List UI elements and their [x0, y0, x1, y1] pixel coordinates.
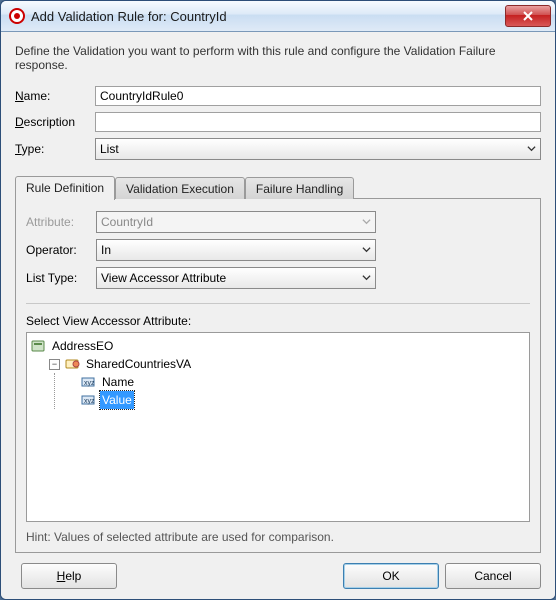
type-label: Type:	[15, 142, 95, 156]
list-type-select[interactable]: View Accessor Attribute	[96, 267, 376, 289]
intro-text: Define the Validation you want to perfor…	[15, 44, 541, 72]
expander-icon[interactable]: −	[49, 359, 60, 370]
tree-node-child[interactable]: − SharedCountriesVA	[49, 355, 527, 409]
row-attribute: Attribute: CountryId	[26, 211, 530, 233]
description-input[interactable]	[95, 112, 541, 132]
row-description: Description	[15, 112, 541, 132]
view-accessor-icon	[65, 357, 81, 371]
tree-box[interactable]: AddressEO −	[26, 332, 530, 522]
tabstrip: Rule Definition Validation Execution Fai…	[15, 176, 541, 198]
ok-button[interactable]: OK	[343, 563, 439, 589]
dialog-window: Add Validation Rule for: CountryId Defin…	[0, 0, 556, 600]
operator-select-value: In	[101, 243, 371, 257]
attribute-icon: xyz	[81, 375, 97, 389]
tree-label-selected: Value	[100, 391, 134, 409]
app-icon	[9, 8, 25, 24]
tree-label: AddressEO	[50, 337, 115, 355]
chevron-down-icon	[362, 243, 371, 257]
titlebar: Add Validation Rule for: CountryId	[1, 1, 555, 32]
type-select-value: List	[100, 142, 536, 156]
attribute-icon: xyz	[81, 393, 97, 407]
chevron-down-icon	[362, 215, 371, 229]
description-label: Description	[15, 115, 95, 129]
dialog-body: Define the Validation you want to perfor…	[1, 32, 555, 599]
operator-select[interactable]: In	[96, 239, 376, 261]
tree-leaf[interactable]: xyz Name	[67, 373, 527, 391]
list-type-label: List Type:	[26, 271, 96, 285]
type-select[interactable]: List	[95, 138, 541, 160]
tabpanel-rule-definition: Attribute: CountryId Operator: In	[15, 198, 541, 553]
hint-text: Hint: Values of selected attribute are u…	[26, 530, 530, 544]
cancel-button[interactable]: Cancel	[445, 563, 541, 589]
close-button[interactable]	[505, 5, 551, 27]
close-icon	[523, 11, 533, 21]
row-name: Name:	[15, 86, 541, 106]
attribute-select: CountryId	[96, 211, 376, 233]
row-type: Type: List	[15, 138, 541, 160]
divider	[26, 303, 530, 304]
tab-failure-handling[interactable]: Failure Handling	[245, 177, 354, 199]
tabs: Rule Definition Validation Execution Fai…	[15, 176, 541, 553]
svg-text:xyz: xyz	[84, 398, 95, 405]
name-input[interactable]	[95, 86, 541, 106]
tree-node-root[interactable]: AddressEO −	[31, 337, 527, 409]
row-operator: Operator: In	[26, 239, 530, 261]
chevron-down-icon	[362, 271, 371, 285]
entity-icon	[31, 339, 47, 353]
list-type-select-value: View Accessor Attribute	[101, 271, 371, 285]
tab-rule-definition[interactable]: Rule Definition	[15, 176, 115, 200]
section-label: Select View Accessor Attribute:	[26, 314, 530, 328]
row-list-type: List Type: View Accessor Attribute	[26, 267, 530, 289]
chevron-down-icon	[527, 142, 536, 156]
tree-label: Name	[100, 373, 136, 391]
attribute-label: Attribute:	[26, 215, 96, 229]
svg-text:xyz: xyz	[84, 380, 95, 387]
help-button[interactable]: Help	[21, 563, 117, 589]
footer: Help OK Cancel	[15, 553, 541, 589]
window-title: Add Validation Rule for: CountryId	[31, 9, 505, 24]
operator-label: Operator:	[26, 243, 96, 257]
name-label: Name:	[15, 89, 95, 103]
attribute-select-value: CountryId	[101, 215, 371, 229]
tab-validation-execution[interactable]: Validation Execution	[115, 177, 245, 199]
tree-leaf[interactable]: xyz Value	[67, 391, 527, 409]
tree-label: SharedCountriesVA	[84, 355, 193, 373]
tree: AddressEO −	[29, 337, 527, 409]
